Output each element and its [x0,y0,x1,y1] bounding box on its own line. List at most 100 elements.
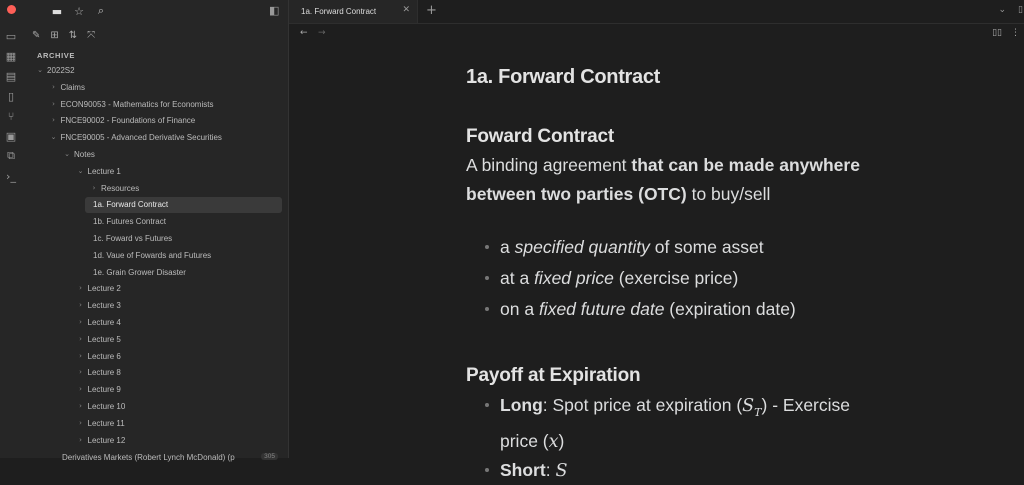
tree-item[interactable]: ⌄ Lecture 1 [22,164,288,181]
chevron-right-icon[interactable]: › [77,385,85,393]
tree-item-label: Lecture 2 [87,284,121,294]
chevron-right-icon[interactable]: › [77,352,85,360]
bullet-icon [485,245,489,249]
definition-paragraph: A binding agreement that can be made any… [466,151,886,209]
tree-item[interactable]: 1c. Foward vs Futures [22,231,288,248]
chevron-down-icon[interactable]: ⌄ [63,150,71,158]
tree-item-label: Lecture 4 [87,317,121,327]
tree-item[interactable]: 1e. Grain Grower Disaster [22,265,288,282]
tree-item[interactable]: › Lecture 2 [22,281,288,298]
copy-icon[interactable]: ⧉ [0,146,22,166]
bullet-icon [485,276,489,280]
collapse-all-icon[interactable]: ⤧ [87,30,95,41]
chevron-right-icon[interactable]: › [77,318,85,326]
note-title: 1a. Forward Contract [466,66,661,88]
payoff-list: Long: Spot price at expiration (ST) - Ex… [466,391,886,485]
list-item: at a fixed price (exercise price) [466,266,886,297]
tree-item[interactable]: 1d. Vaue of Fowards and Futures [22,248,288,265]
editor-pane: 1a. Forward Contract ✕ + ⌄ ▯ ← → ▯▯ ⋮ 1a… [289,0,1024,481]
tree-item-label: FNCE90005 - Advanced Derivative Securiti… [60,133,222,143]
sidebar-toggle-icon[interactable]: ◧ [269,4,279,17]
ribbon: ▭ ▦ ▤ ▯ ⑂ ▣ ⧉ ›_ [0,0,46,458]
file-icon[interactable]: ▯ [0,86,22,106]
terminal-icon[interactable]: ›_ [0,166,22,186]
tree-item[interactable]: › ECON90053 - Mathematics for Economists [22,97,288,114]
explorer-toolbar: ✎ ⊞ ⇅ ⤧ [32,30,95,41]
chevron-down-icon[interactable]: ⌄ [36,66,44,74]
chevron-right-icon[interactable]: › [77,436,85,444]
presentation-icon[interactable]: ▭ [0,26,22,46]
chevron-right-icon[interactable]: › [50,116,58,124]
tree-item[interactable]: › Lecture 4 [22,315,288,332]
more-options-icon[interactable]: ⋮ [1011,28,1020,38]
tree-item[interactable]: › Lecture 12 [22,433,288,450]
tab-bar: 1a. Forward Contract ✕ + ⌄ ▯ [289,0,1024,24]
chevron-right-icon[interactable]: › [50,83,58,91]
graph-icon[interactable]: ⑂ [0,106,22,126]
tree-item-label: Lecture 10 [87,401,126,411]
tree-item[interactable]: › Resources [22,181,288,198]
tree-item[interactable]: ⌄ 2022S2 [22,63,288,80]
tree-item-truncated[interactable]: Derivatives Markets (Robert Lynch McDona… [22,450,288,467]
layout-icon[interactable]: ▤ [0,66,22,86]
tree-item[interactable]: › Lecture 6 [22,349,288,366]
tree-item-label: Claims [60,82,85,92]
tree-item-label: Lecture 12 [87,435,126,445]
tree-item-label: Lecture 5 [87,334,121,344]
bullet-icon [485,307,489,311]
chevron-right-icon[interactable]: › [77,335,85,343]
sort-icon[interactable]: ⇅ [69,30,77,41]
file-count-badge: 305 [261,453,278,460]
chevron-right-icon[interactable]: › [77,284,85,292]
tree-item-label: Notes [74,149,95,159]
window-menu-icon[interactable]: ▯ [1018,5,1023,15]
heading-payoff: Payoff at Expiration [466,365,641,386]
chevron-right-icon[interactable]: › [77,419,85,427]
tab-forward-contract[interactable]: 1a. Forward Contract ✕ [289,0,418,23]
bullet-icon [485,467,489,472]
table-icon[interactable]: ▦ [0,46,22,66]
new-folder-icon[interactable]: ⊞ [50,30,58,41]
tree-item[interactable]: ⌄ FNCE90005 - Advanced Derivative Securit… [22,130,288,147]
tree-item-label: Lecture 9 [87,385,121,395]
search-icon[interactable]: ⌕ [94,4,108,18]
chevron-right-icon[interactable]: › [77,368,85,376]
back-arrow-icon[interactable]: ← [300,28,308,38]
list-item: Long: Spot price at expiration (ST) - Ex… [466,391,886,456]
tree-item[interactable]: › Claims [22,80,288,97]
new-tab-icon[interactable]: + [426,3,437,18]
tree-item[interactable]: 1b. Futures Contract [22,214,288,231]
tree-item-label: FNCE90002 - Foundations of Finance [60,116,196,126]
new-note-icon[interactable]: ✎ [32,30,40,41]
folder-icon[interactable]: ▬ [50,5,64,18]
tree-item-label: Lecture 11 [87,418,125,428]
chevron-right-icon[interactable]: › [90,184,98,192]
tree-item-label: Lecture 1 [87,166,121,176]
tree-item[interactable]: › Lecture 11 [22,416,288,433]
obsidian-window: ▭ ▦ ▤ ▯ ⑂ ▣ ⧉ ›_ ▬ ☆ ⌕ ◧ ✎ ⊞ ⇅ ⤧ ARCHIVE… [0,0,1024,481]
close-window-button[interactable] [7,5,16,14]
navigation-bar: ← → ▯▯ ⋮ [289,23,1024,45]
vault-name: ARCHIVE [37,51,75,60]
chevron-down-icon[interactable]: ⌄ [77,167,85,175]
chevron-right-icon[interactable]: › [50,100,58,108]
calendar-icon[interactable]: ▣ [0,126,22,146]
reading-view-icon[interactable]: ▯▯ [992,28,1002,38]
tree-item[interactable]: › Lecture 3 [22,298,288,315]
chevron-right-icon[interactable]: › [77,301,85,309]
tree-item[interactable]: ⌄ Notes [22,147,288,164]
tree-item[interactable]: › FNCE90002 - Foundations of Finance [22,113,288,130]
tree-item[interactable]: › Lecture 5 [22,332,288,349]
tree-item[interactable]: › Lecture 10 [22,399,288,416]
heading-forward-contract: Foward Contract [466,126,614,147]
chevron-down-icon[interactable]: ⌄ [50,133,58,141]
tree-item[interactable]: › Lecture 8 [22,365,288,382]
forward-arrow-icon[interactable]: → [318,28,326,38]
close-icon[interactable]: ✕ [402,5,410,15]
star-icon[interactable]: ☆ [72,5,86,18]
chevron-down-icon[interactable]: ⌄ [998,5,1006,15]
tree-item-label: Resources [101,183,140,193]
chevron-right-icon[interactable]: › [77,402,85,410]
tree-item[interactable]: › Lecture 9 [22,382,288,399]
tree-item[interactable]: 1a. Forward Contract [22,197,288,214]
